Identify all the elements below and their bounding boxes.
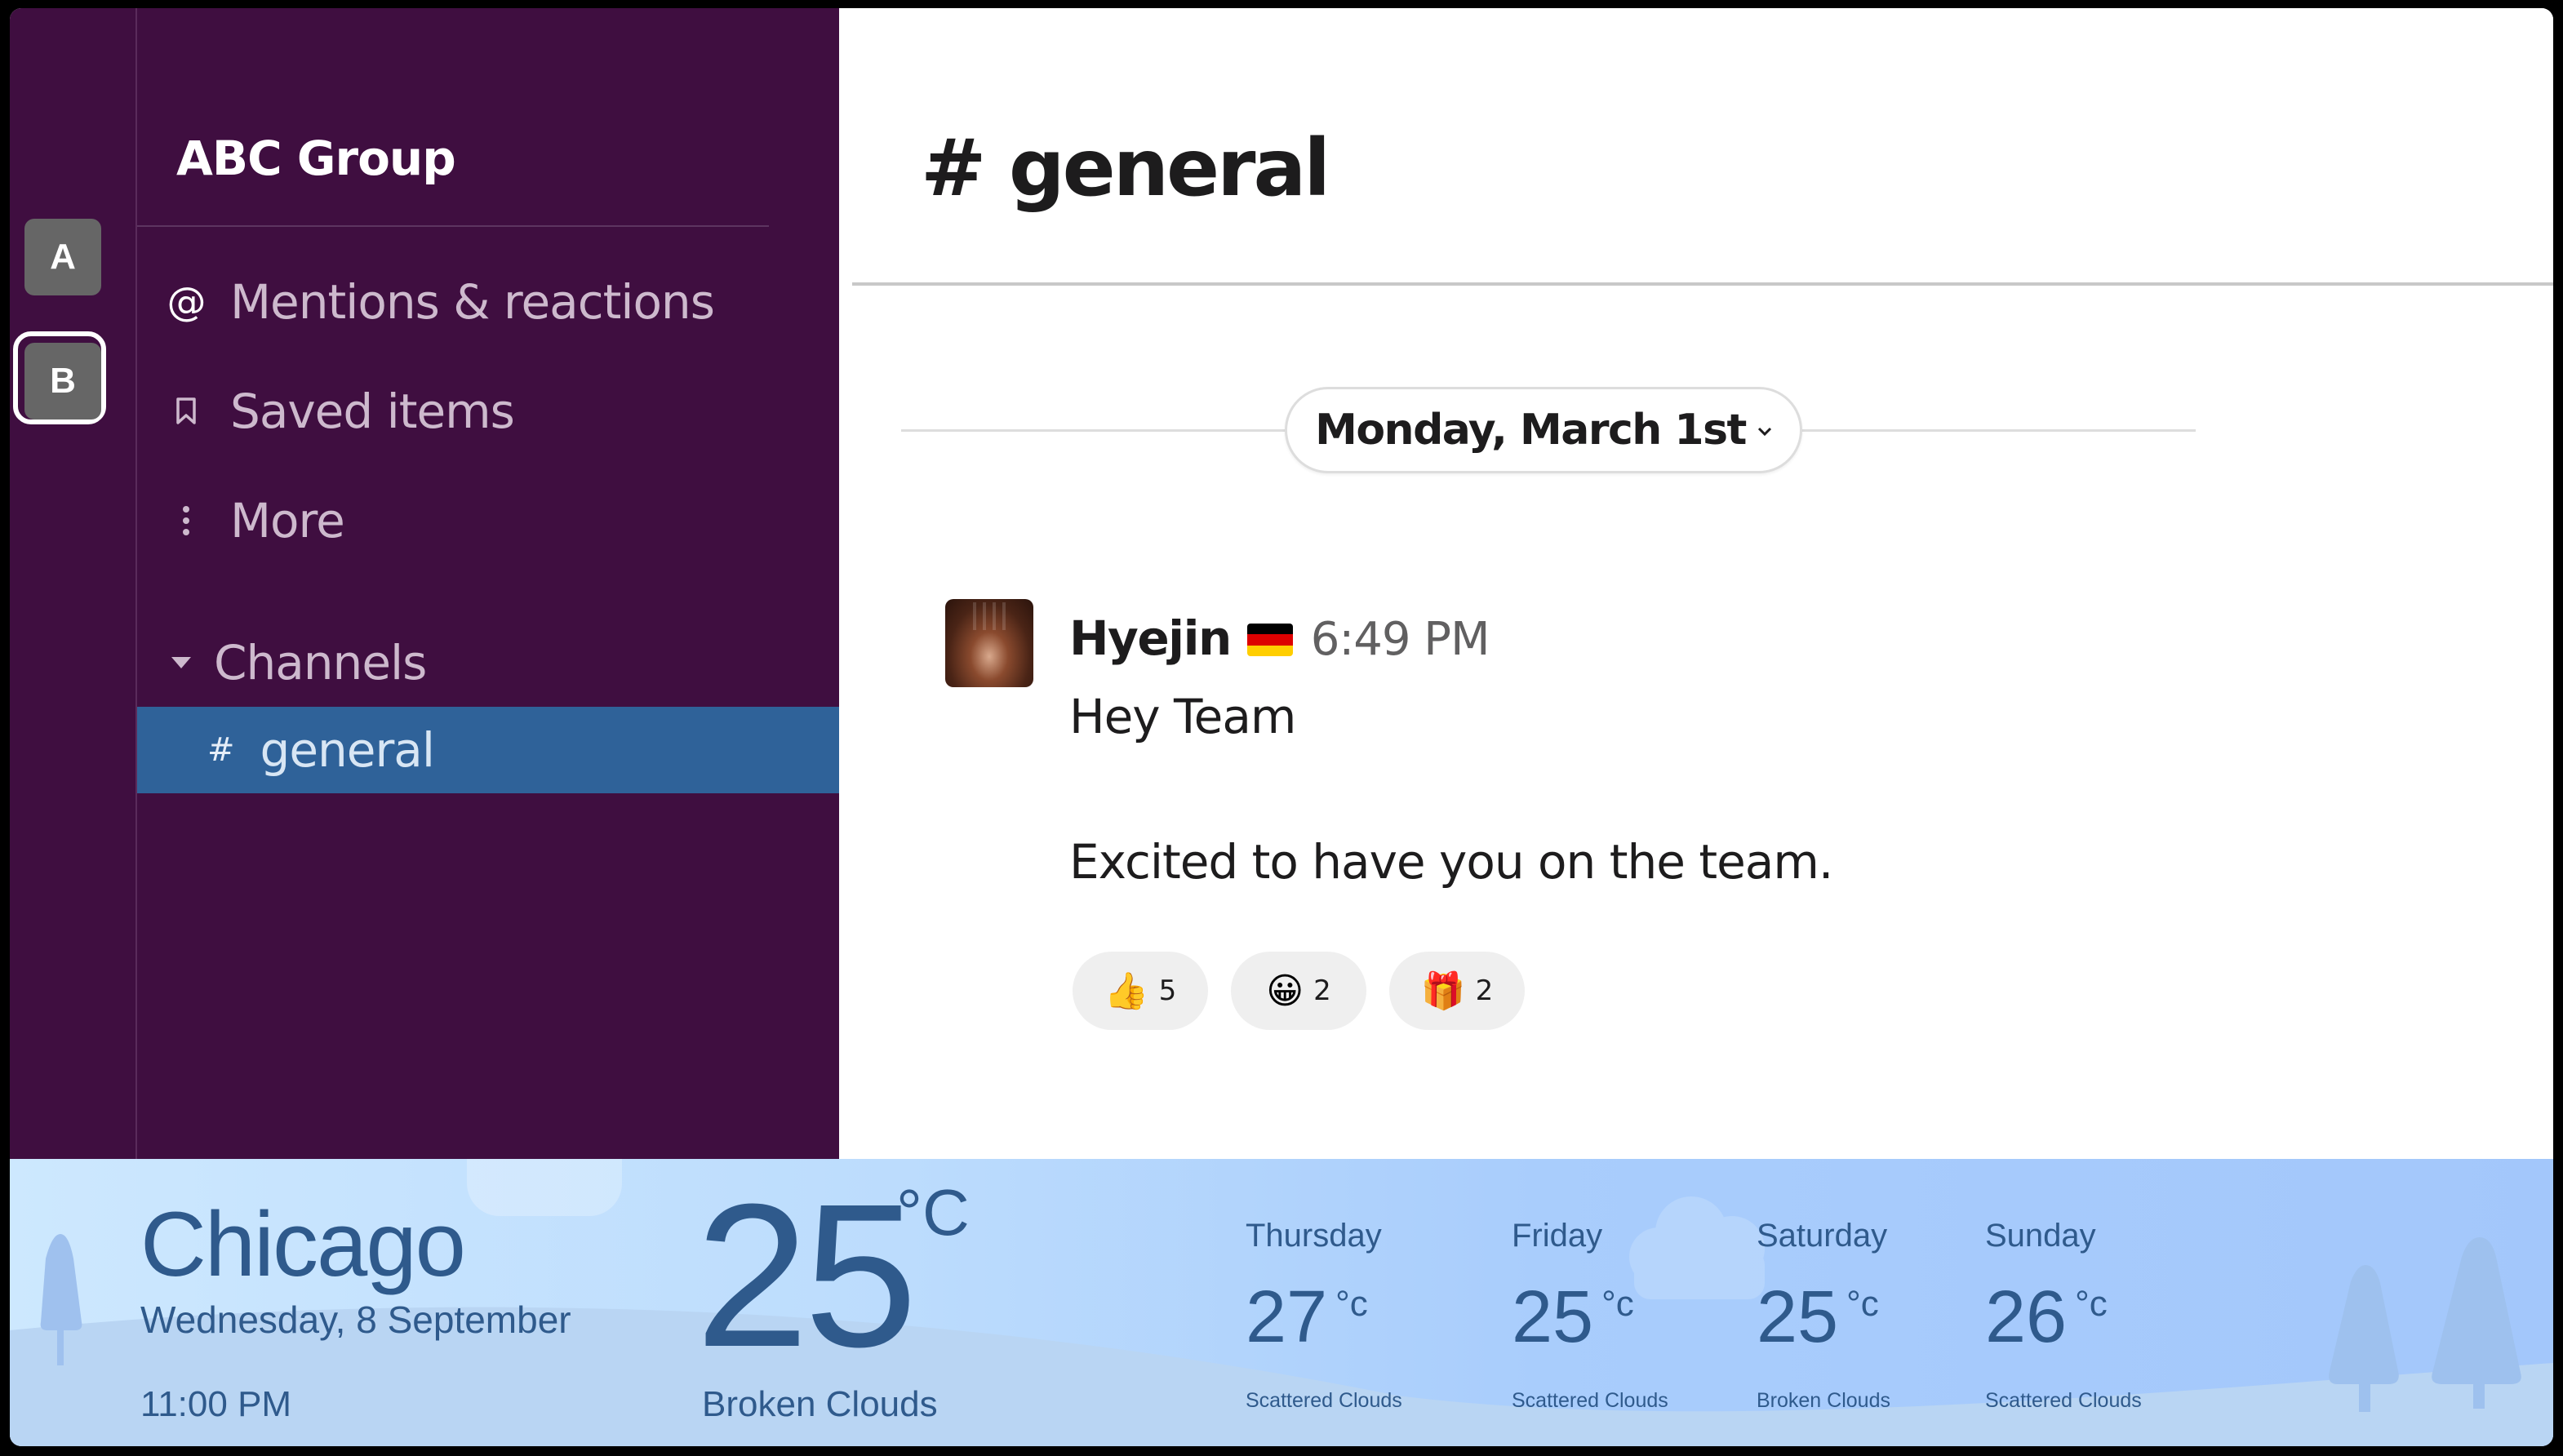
- message-text: Hey Team: [1069, 689, 1296, 744]
- current-temperature: 25: [695, 1161, 917, 1389]
- sidebar-item-label: Mentions & reactions: [230, 274, 715, 330]
- thumbs-up-icon: 👍: [1104, 970, 1149, 1012]
- more-vertical-icon: [162, 504, 211, 537]
- forecast-condition: Scattered Clouds: [1246, 1389, 1402, 1412]
- forecast-day: Friday 25 °c Scattered Clouds: [1512, 1218, 1668, 1413]
- app-window: A B ABC Group @ Mentions & reactions Sav…: [10, 8, 2553, 1446]
- channel-view: # general Monday, March 1st Hyejin 6:49 …: [839, 8, 2553, 1159]
- bookmark-icon: [162, 397, 211, 425]
- at-icon: @: [167, 279, 207, 325]
- team-name[interactable]: ABC Group: [176, 131, 456, 186]
- reaction-thumbs-up[interactable]: 👍 5: [1073, 952, 1208, 1030]
- sidebar-divider: [137, 225, 769, 227]
- sidebar-channel-general[interactable]: # general: [137, 707, 841, 793]
- current-condition: Broken Clouds: [702, 1384, 938, 1424]
- forecast-unit: °c: [1601, 1284, 1634, 1324]
- weather-widget: Chicago Wednesday, 8 September 11:00 PM …: [10, 1159, 2553, 1446]
- sidebar-item-mentions[interactable]: @ Mentions & reactions: [162, 274, 715, 330]
- sun-glow: [467, 1159, 622, 1216]
- message-timestamp[interactable]: 6:49 PM: [1311, 613, 1490, 666]
- forecast-day-name: Saturday: [1757, 1218, 1888, 1254]
- reaction-count: 2: [1313, 974, 1331, 1007]
- hash-icon: #: [207, 731, 235, 769]
- channels-section-toggle[interactable]: Channels: [162, 635, 427, 690]
- forecast-unit: °c: [1335, 1284, 1368, 1324]
- german-flag-icon: [1246, 624, 1293, 656]
- sidebar: ABC Group @ Mentions & reactions Saved i…: [135, 8, 841, 1159]
- weather-time: 11:00 PM: [140, 1384, 292, 1424]
- workspace-a-button[interactable]: A: [24, 219, 101, 295]
- message-header: Hyejin 6:49 PM: [1069, 610, 1490, 666]
- forecast-day: Thursday 27 °c Scattered Clouds: [1246, 1218, 1402, 1413]
- channel-title[interactable]: # general: [921, 122, 1330, 214]
- sidebar-item-label: Saved items: [230, 384, 515, 439]
- header-divider: [852, 282, 2553, 286]
- forecast-unit: °c: [2075, 1284, 2108, 1324]
- chevron-down-icon: [1757, 418, 1772, 442]
- forecast-condition: Broken Clouds: [1757, 1389, 1890, 1412]
- workspace-rail: A B: [10, 8, 135, 1159]
- date-label: Monday, March 1st: [1315, 406, 1747, 455]
- forecast-day: Saturday 25 °c Broken Clouds: [1757, 1218, 1890, 1413]
- forecast-day: Sunday 26 °c Scattered Clouds: [1985, 1218, 2142, 1413]
- forecast-day-name: Friday: [1512, 1218, 1603, 1254]
- channels-header-label: Channels: [214, 635, 427, 690]
- forecast-temp: 27: [1246, 1276, 1328, 1358]
- reaction-wrapped-gift[interactable]: 🎁 2: [1389, 952, 1525, 1030]
- sidebar-item-saved[interactable]: Saved items: [162, 384, 515, 439]
- workspace-b-button[interactable]: B: [24, 343, 101, 419]
- message-text: Excited to have you on the team.: [1069, 834, 1833, 890]
- weather-city: Chicago: [140, 1193, 466, 1295]
- forecast-day-name: Thursday: [1246, 1218, 1382, 1254]
- sidebar-item-label: More: [230, 493, 345, 548]
- avatar[interactable]: [945, 599, 1033, 687]
- forecast-condition: Scattered Clouds: [1512, 1389, 1668, 1412]
- weather-date: Wednesday, 8 September: [140, 1298, 571, 1341]
- forecast-temp: 25: [1757, 1276, 1839, 1358]
- reaction-grinning-face[interactable]: 😀 2: [1231, 952, 1366, 1030]
- message-author[interactable]: Hyejin: [1069, 610, 1232, 666]
- wrapped-gift-icon: 🎁: [1420, 970, 1466, 1012]
- date-divider-button[interactable]: Monday, March 1st: [1285, 387, 1802, 473]
- temperature-unit: °C: [896, 1176, 970, 1249]
- sidebar-item-more[interactable]: More: [162, 493, 345, 548]
- forecast-condition: Scattered Clouds: [1985, 1389, 2142, 1412]
- forecast-unit: °c: [1846, 1284, 1879, 1324]
- reaction-count: 2: [1475, 974, 1494, 1007]
- channel-name: general: [260, 722, 435, 778]
- forecast-day-name: Sunday: [1985, 1218, 2096, 1254]
- caret-down-icon: [171, 657, 191, 668]
- grinning-face-icon: 😀: [1266, 970, 1304, 1012]
- forecast-temp: 26: [1985, 1276, 2068, 1358]
- forecast-temp: 25: [1512, 1276, 1594, 1358]
- reaction-count: 5: [1158, 974, 1177, 1007]
- reactions-bar: 👍 5 😀 2 🎁 2: [1073, 952, 1525, 1030]
